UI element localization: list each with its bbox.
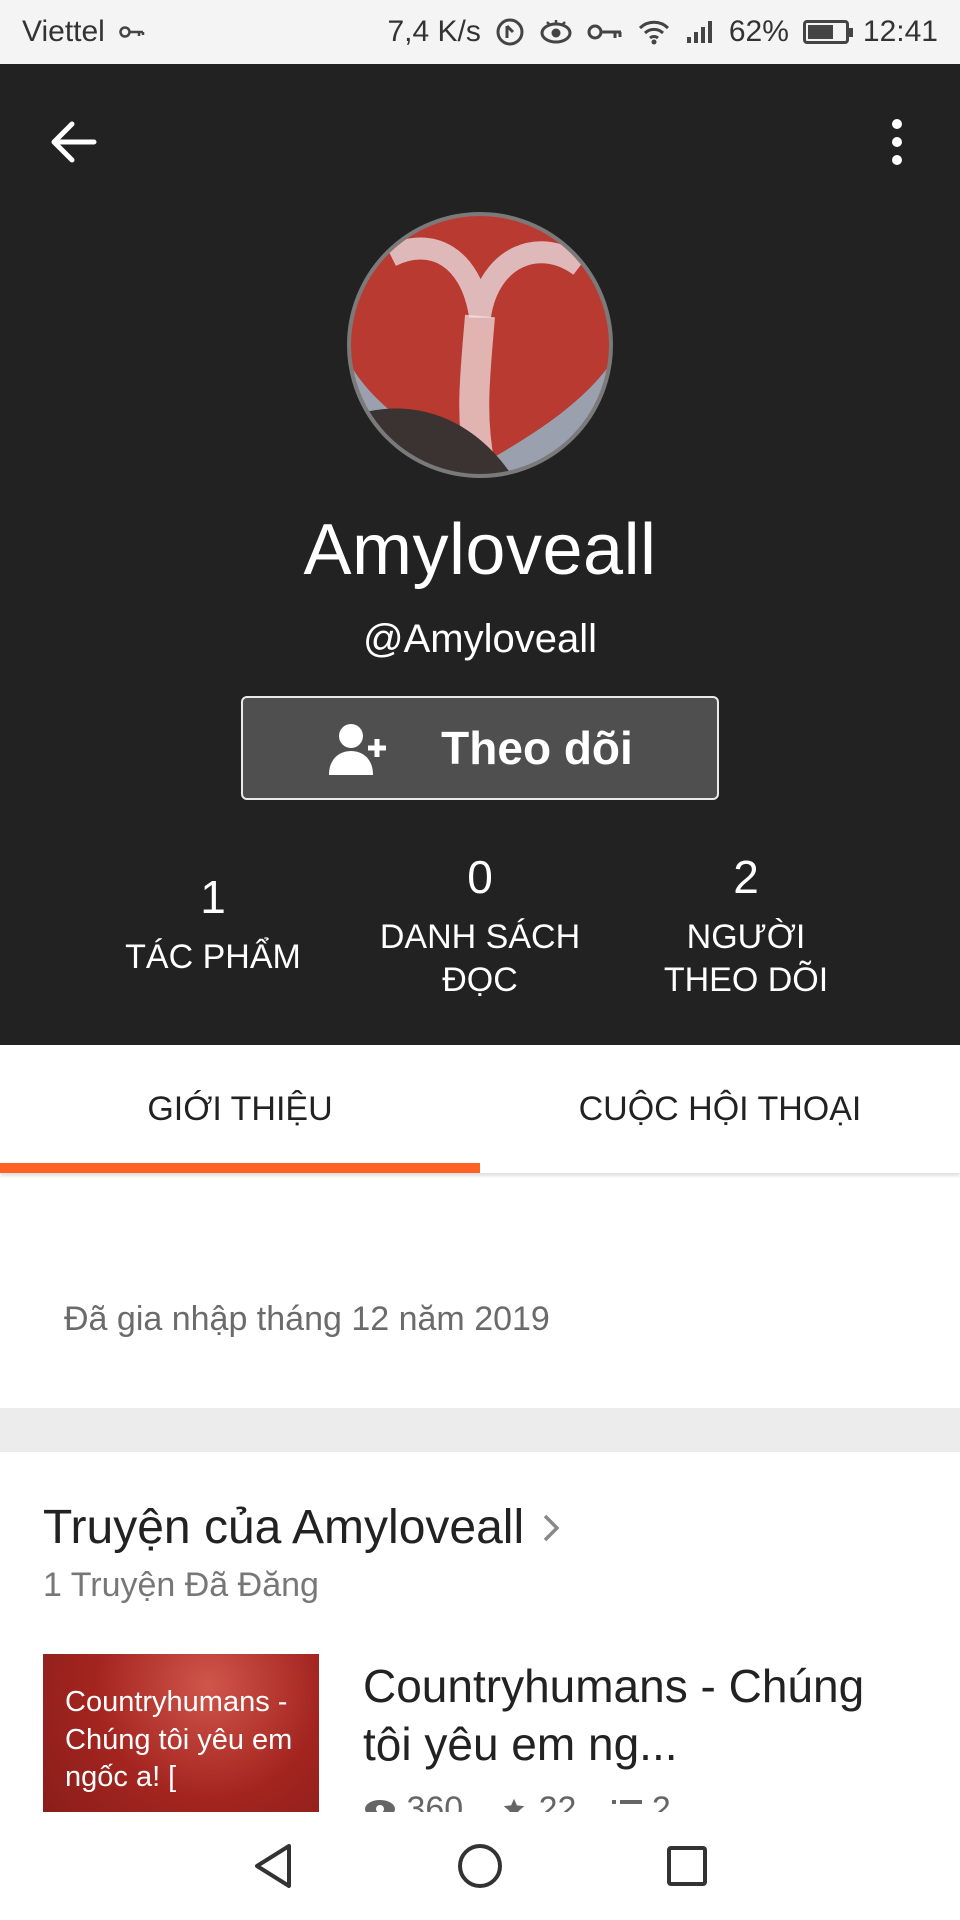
story-cover[interactable]: Countryhumans - Chúng tôi yêu em ngốc a!… (43, 1654, 319, 1812)
eye-icon (365, 1800, 395, 1812)
add-user-icon (329, 724, 387, 775)
profile-header: Amyloveall @Amyloveall Theo dõi 1 TÁC PH… (0, 64, 960, 1045)
tab-conversations[interactable]: CUỘC HỘI THOẠI (480, 1045, 960, 1173)
tab-about[interactable]: GIỚI THIỆU (0, 1045, 480, 1173)
nav-back-button[interactable] (243, 1836, 303, 1896)
section-divider (0, 1408, 960, 1452)
status-right: 7,4 K/s 62% 12:41 (387, 15, 938, 49)
votes-stat: 22 (499, 1790, 576, 1812)
username: @Amyloveall (362, 617, 597, 661)
parts-count: 2 (651, 1790, 671, 1812)
system-nav-bar (0, 1812, 960, 1920)
wifi-icon (637, 19, 671, 45)
star-icon (503, 1798, 525, 1812)
parts-stat: 2 (612, 1790, 671, 1812)
signal-icon (685, 19, 715, 45)
more-options-button[interactable] (880, 114, 914, 170)
data-saver-icon (495, 17, 525, 47)
arrow-left-icon (51, 121, 97, 163)
profile-tabs: GIỚI THIỆU CUỘC HỘI THOẠI (0, 1045, 960, 1173)
clock: 12:41 (862, 15, 938, 48)
stat-works-label: TÁC PHẨM (125, 938, 301, 976)
square-recents-icon (666, 1846, 707, 1886)
story-meta: 360 22 2 (363, 1790, 923, 1812)
nav-recents-button[interactable] (657, 1836, 717, 1896)
joined-date: Đã gia nhập tháng 12 năm 2019 (64, 1300, 550, 1338)
story-title[interactable]: Countryhumans - Chúng tôi yêu em ng... (363, 1658, 923, 1773)
stat-followers[interactable]: 2 NGƯỜI THEO DÕI (626, 854, 866, 1001)
avatar (347, 212, 613, 478)
battery-percent: 62% (728, 15, 789, 48)
stat-works[interactable]: 1 TÁC PHẨM (93, 854, 333, 979)
profile-stats: 1 TÁC PHẨM 0 DANH SÁCH ĐỌC 2 NGƯỜI THEO … (0, 854, 960, 1014)
follow-button-label: Theo dõi (441, 722, 633, 774)
eye-icon (539, 19, 573, 45)
status-left: Viettel (22, 15, 145, 49)
vpn-key-icon (119, 25, 145, 39)
triangle-back-icon (255, 1844, 292, 1888)
stat-works-value: 1 (200, 871, 226, 923)
stat-followers-value: 2 (733, 851, 759, 903)
story-cover-text: Countryhumans - Chúng tôi yêu em ngốc a!… (65, 1686, 293, 1794)
reads-count: 360 (406, 1790, 464, 1812)
stories-section-link[interactable]: Truyện của Amyloveall (43, 1500, 560, 1555)
back-button[interactable] (46, 114, 102, 170)
display-name: Amyloveall (303, 510, 657, 590)
stories-title: Truyện của Amyloveall (43, 1501, 525, 1554)
reads-stat: 360 (363, 1790, 463, 1812)
list-icon (612, 1800, 643, 1804)
key-icon (587, 23, 623, 41)
network-speed: 7,4 K/s (387, 15, 481, 48)
nav-home-button[interactable] (450, 1836, 510, 1896)
carrier-label: Viettel (22, 15, 105, 48)
votes-count: 22 (538, 1790, 577, 1812)
stories-count: 1 Truyện Đã Đăng (43, 1566, 319, 1604)
status-bar: Viettel 7,4 K/s 62% 12:41 (0, 0, 960, 64)
stat-reading-lists-value: 0 (467, 851, 493, 903)
follow-button[interactable]: Theo dõi (241, 696, 719, 800)
circle-home-icon (457, 1844, 502, 1888)
more-vertical-icon (892, 119, 902, 165)
battery-icon (802, 20, 853, 44)
stat-followers-label: NGƯỜI THEO DÕI (663, 918, 829, 999)
stat-reading-lists[interactable]: 0 DANH SÁCH ĐỌC (360, 854, 600, 1001)
chevron-right-icon (543, 1514, 560, 1541)
stat-reading-lists-label: DANH SÁCH ĐỌC (379, 918, 581, 999)
